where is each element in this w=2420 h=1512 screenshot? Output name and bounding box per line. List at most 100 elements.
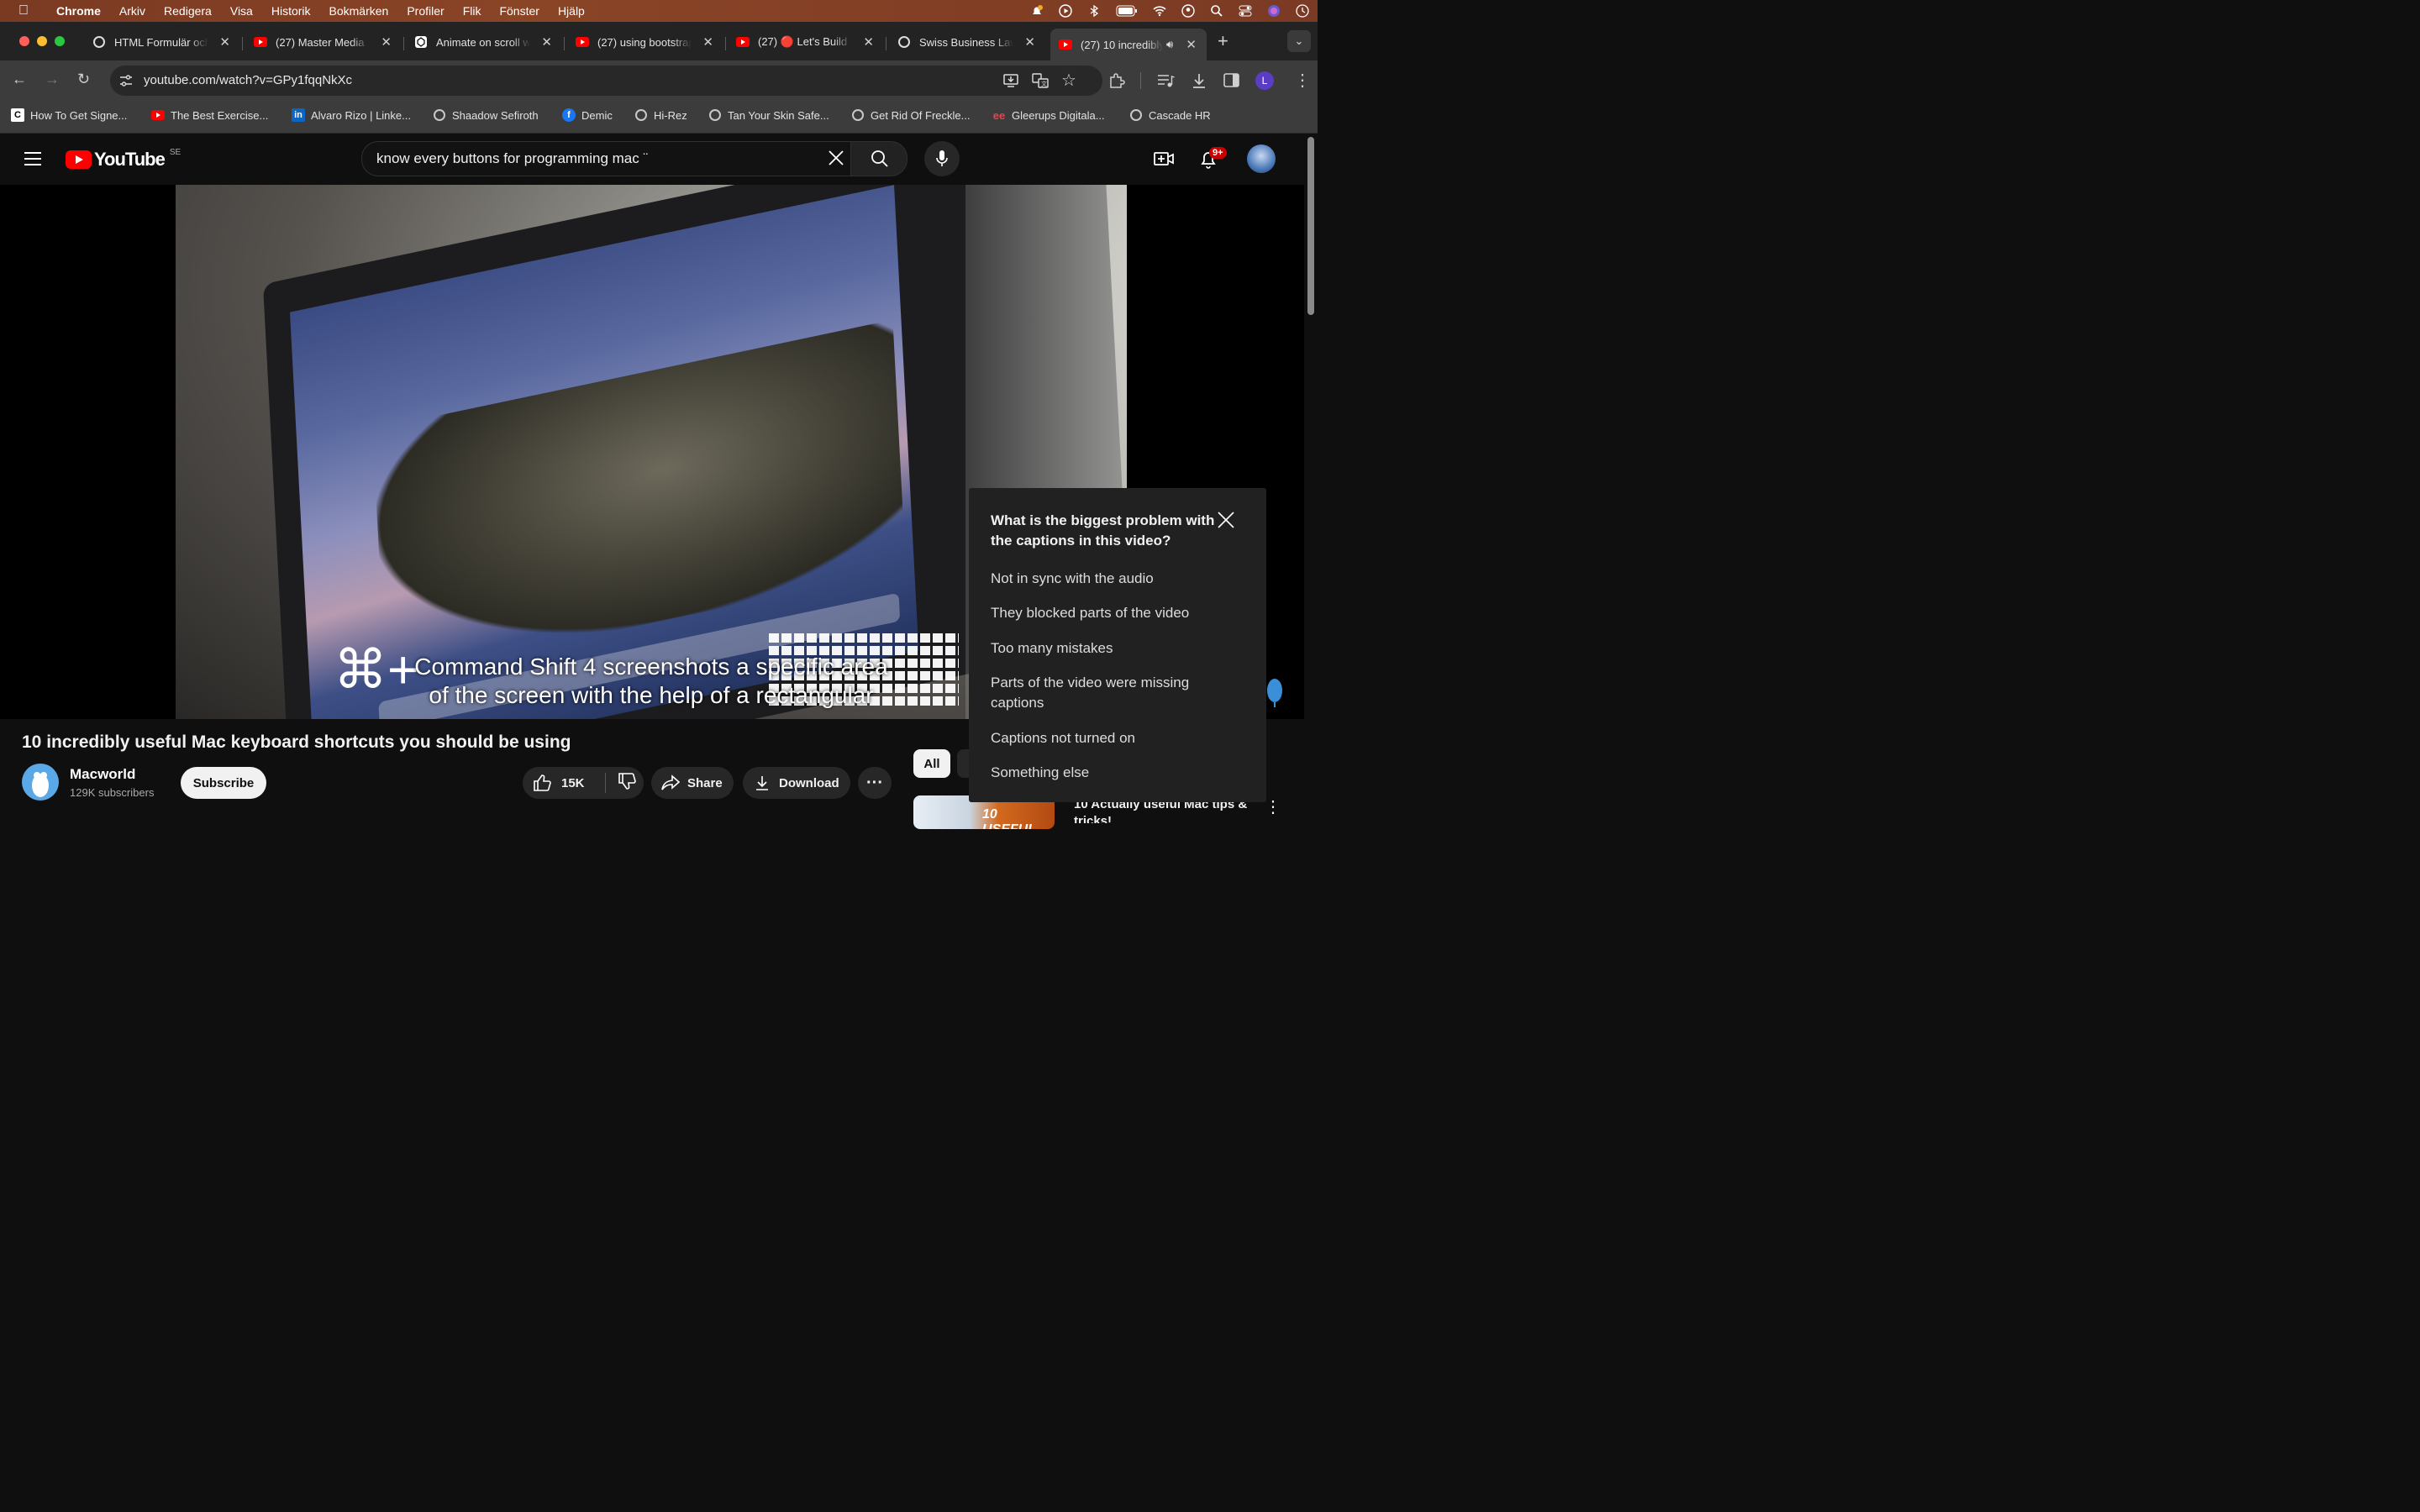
survey-option[interactable]: They blocked parts of the video	[991, 603, 1243, 623]
close-tab-icon[interactable]: ✕	[219, 34, 230, 50]
siri-icon[interactable]	[1267, 4, 1281, 18]
bookmark-item[interactable]: ee Gleerups Digitala...	[992, 108, 1105, 122]
survey-option[interactable]: Too many mistakes	[991, 638, 1243, 659]
close-tab-icon[interactable]: ✕	[381, 34, 392, 50]
tab[interactable]: Animate on scroll with ✕	[414, 29, 552, 55]
notification-bell-icon[interactable]	[1030, 4, 1044, 18]
back-icon[interactable]: ←	[12, 71, 27, 88]
download-button[interactable]: Download	[743, 767, 850, 799]
bookmark-item[interactable]: Shaadow Sefiroth	[433, 108, 539, 122]
user-account-icon[interactable]	[1181, 4, 1195, 18]
bookmark-item[interactable]: f Demic	[562, 108, 613, 122]
voice-search-button[interactable]	[924, 141, 960, 176]
close-tab-icon[interactable]: ✕	[541, 34, 552, 50]
more-actions-icon[interactable]: ···	[858, 767, 892, 799]
battery-icon[interactable]	[1116, 5, 1138, 17]
hamburger-menu-icon[interactable]	[24, 151, 41, 166]
survey-option[interactable]: Something else	[991, 763, 1243, 783]
menu-historik[interactable]: Historik	[262, 4, 320, 18]
downloads-icon[interactable]	[1190, 71, 1208, 90]
like-button[interactable]: 15K	[523, 774, 605, 792]
menu-redigera[interactable]: Redigera	[155, 4, 221, 18]
thumbs-down-icon	[618, 773, 636, 790]
bookmark-item[interactable]: Hi-Rez	[634, 108, 687, 122]
tab[interactable]: (27) 🔴 Let's Build ✕	[736, 29, 874, 55]
bookmark-item[interactable]: Tan Your Skin Safe...	[708, 108, 829, 122]
menu-hjalp[interactable]: Hjälp	[549, 4, 594, 18]
tab-active[interactable]: (27) 10 incredibly 🔊︎ ✕	[1050, 29, 1207, 60]
menu-visa[interactable]: Visa	[221, 4, 262, 18]
new-tab-icon[interactable]: +	[1218, 30, 1228, 52]
page-scrollbar[interactable]	[1304, 134, 1318, 823]
close-tab-icon[interactable]: ✕	[863, 34, 874, 50]
menu-fonster[interactable]: Fönster	[490, 4, 548, 18]
apple-icon[interactable]: 	[0, 3, 47, 18]
survey-option[interactable]: Captions not turned on	[991, 728, 1243, 748]
create-video-icon[interactable]	[1154, 150, 1174, 168]
clear-search-icon[interactable]	[828, 150, 844, 166]
tab[interactable]: (27) Master Media ✕	[254, 29, 392, 55]
bookmark-item[interactable]: Cascade HR	[1129, 108, 1211, 122]
share-button[interactable]: Share	[651, 767, 734, 799]
bookmark-item[interactable]: The Best Exercise...	[151, 108, 268, 122]
menu-arkiv[interactable]: Arkiv	[110, 4, 155, 18]
tab-search-icon[interactable]: ⌄	[1287, 30, 1311, 52]
url-text[interactable]: youtube.com/watch?v=GPy1fqqNkXc	[144, 73, 352, 87]
play-circle-icon[interactable]	[1059, 4, 1072, 18]
close-icon[interactable]	[1218, 512, 1234, 528]
bluetooth-icon[interactable]	[1087, 4, 1101, 18]
bookmark-item[interactable]: Get Rid Of Freckle...	[851, 108, 970, 122]
install-app-icon[interactable]	[1002, 73, 1019, 88]
menu-flik[interactable]: Flik	[454, 4, 491, 18]
chrome-menu-icon[interactable]: ⋮	[1294, 70, 1311, 91]
search-box[interactable]: know every buttons for programming mac ¨	[361, 141, 852, 176]
speaker-icon[interactable]: 🔊︎	[1166, 38, 1173, 51]
menu-profiler[interactable]: Profiler	[397, 4, 453, 18]
related-more-icon[interactable]: ⋮	[1265, 796, 1281, 817]
close-tab-icon[interactable]: ✕	[1186, 37, 1197, 52]
tab-title: (27) 🔴 Let's Build	[758, 35, 848, 48]
bookmarks-bar: C How To Get Signe... The Best Exercise..…	[0, 101, 1318, 134]
zoom-window-button[interactable]	[55, 36, 65, 46]
tab[interactable]: HTML Formulär och ✕	[92, 29, 230, 55]
control-center-icon[interactable]	[1239, 4, 1252, 18]
user-avatar[interactable]	[1247, 144, 1276, 173]
close-tab-icon[interactable]: ✕	[702, 34, 713, 50]
youtube-logo[interactable]: YouTube SE	[66, 148, 181, 171]
extensions-icon[interactable]	[1107, 71, 1126, 90]
tab[interactable]: (27) using bootstrap ✕	[576, 29, 713, 55]
survey-option[interactable]: Parts of the video were missing captions	[991, 673, 1209, 713]
scrollbar-thumb[interactable]	[1307, 137, 1314, 315]
search-input[interactable]: know every buttons for programming mac ¨	[376, 150, 648, 167]
close-window-button[interactable]	[19, 36, 29, 46]
side-panel-icon[interactable]	[1223, 72, 1241, 89]
bookmark-item[interactable]: in Alvaro Rizo | Linke...	[292, 108, 411, 122]
site-info-icon[interactable]	[118, 74, 134, 87]
minimize-window-button[interactable]	[37, 36, 47, 46]
clock-icon[interactable]	[1296, 4, 1309, 18]
spotlight-search-icon[interactable]	[1210, 4, 1223, 18]
channel-name[interactable]: Macworld	[70, 766, 135, 783]
bookmark-item[interactable]: C How To Get Signe...	[11, 108, 127, 122]
bookmark-star-icon[interactable]: ☆	[1061, 70, 1076, 91]
menu-bokmarken[interactable]: Bokmärken	[320, 4, 398, 18]
media-controls-icon[interactable]	[1156, 72, 1175, 89]
profile-avatar[interactable]: L	[1255, 71, 1274, 90]
address-bar[interactable]: youtube.com/watch?v=GPy1fqqNkXc 文 ☆	[110, 66, 1102, 96]
search-button[interactable]	[850, 141, 908, 176]
youtube-icon	[151, 108, 165, 122]
dislike-button[interactable]	[606, 772, 636, 794]
subscribe-button[interactable]: Subscribe	[181, 767, 266, 799]
tab-title: Swiss Business Law	[919, 35, 1013, 49]
channel-avatar[interactable]	[22, 764, 59, 801]
survey-option[interactable]: Not in sync with the audio	[991, 569, 1243, 589]
chip-all[interactable]: All	[913, 749, 950, 778]
menu-app-name[interactable]: Chrome	[47, 4, 110, 18]
wifi-icon[interactable]	[1153, 4, 1166, 18]
close-tab-icon[interactable]: ✕	[1024, 34, 1035, 50]
youtube-icon	[1059, 38, 1072, 51]
reload-icon[interactable]: ↻	[77, 71, 90, 88]
tab[interactable]: Swiss Business Law ✕	[897, 29, 1035, 55]
translate-icon[interactable]: 文	[1032, 73, 1049, 88]
forward-icon[interactable]: →	[45, 71, 60, 88]
